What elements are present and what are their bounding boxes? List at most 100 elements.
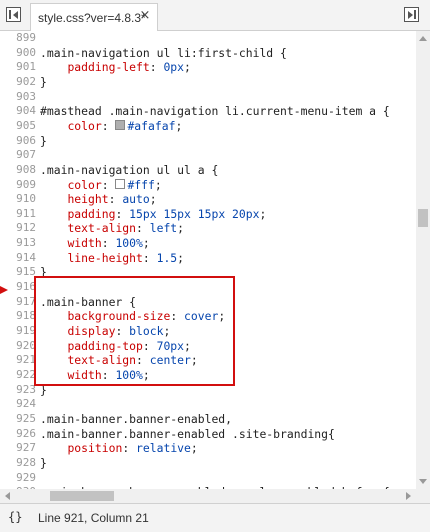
status-bar: {} Line 921, Column 21: [0, 503, 430, 532]
css-selector: #masthead .main-navigation li.current-me…: [40, 104, 390, 119]
line-number: 910: [16, 192, 36, 206]
scroll-left-icon[interactable]: [5, 492, 10, 500]
code-line[interactable]: 905 color: #afafaf;: [0, 119, 416, 134]
expand-navigator-icon[interactable]: [6, 7, 21, 22]
code-line[interactable]: 925 .main-banner.banner-enabled,: [0, 412, 416, 427]
code-line[interactable]: 910 height: auto;: [0, 192, 416, 207]
css-property: color: [67, 177, 102, 192]
css-value: 0px: [163, 60, 185, 75]
css-property: padding: [67, 206, 116, 221]
scroll-down-icon[interactable]: [419, 479, 427, 484]
code-line[interactable]: 912 text-align: left;: [0, 221, 416, 236]
css-property: display: [67, 324, 116, 338]
code-text: ;: [142, 236, 150, 251]
code-line[interactable]: 922 width: 100%;: [0, 368, 416, 383]
scroll-right-icon[interactable]: [406, 492, 411, 500]
css-value: cover: [184, 309, 219, 324]
css-property: padding-left: [67, 60, 150, 75]
collapse-panel-icon[interactable]: [404, 7, 419, 22]
code-line[interactable]: 919 display: block;: [0, 324, 416, 339]
code-line[interactable]: 921 text-align: center;: [0, 353, 416, 368]
code-line[interactable]: 911 padding: 15px 15px 15px 20px;: [0, 207, 416, 222]
line-code: }: [40, 75, 47, 90]
code-line[interactable]: 918 background-size: cover;: [0, 309, 416, 324]
code-text: ;: [154, 177, 162, 192]
code-line[interactable]: 917 .main-banner {: [0, 295, 416, 310]
code-line[interactable]: 913 width: 100%;: [0, 236, 416, 251]
line-number: 922: [16, 367, 36, 381]
css-value: 15px 15px 15px 20px: [129, 206, 260, 221]
code-text: :: [142, 250, 157, 265]
css-selector: .main-banner.banner-enabled .site-brandi…: [40, 426, 335, 441]
css-selector: .main-navigation ul ul a {: [40, 162, 219, 177]
code-line[interactable]: 909 color: #fff;: [0, 178, 416, 193]
code-line[interactable]: 904 #masthead .main-navigation li.current…: [0, 104, 416, 119]
css-value: 1.5: [156, 250, 178, 265]
code-line[interactable]: 914 line-height: 1.5;: [0, 251, 416, 266]
css-property: background-size: [67, 309, 171, 324]
code-line[interactable]: 900 .main-navigation ul li:first-child {: [0, 46, 416, 61]
color-swatch-icon[interactable]: [115, 120, 126, 131]
code-text: ;: [149, 192, 157, 207]
code-line[interactable]: 908 .main-navigation ul ul a {: [0, 163, 416, 178]
css-property: text-align: [67, 221, 137, 236]
line-number: 929: [16, 470, 36, 484]
code-text: :: [115, 206, 130, 221]
css-property: width: [67, 236, 102, 251]
code-text: ;: [163, 324, 171, 338]
pretty-print-icon[interactable]: {}: [8, 510, 22, 524]
code-line[interactable]: 926 .main-banner.banner-enabled .site-bra…: [0, 427, 416, 442]
css-value: 100%: [115, 367, 143, 382]
code-editor[interactable]: 931 background: rgba(0,0,0,0.45);930.mai…: [0, 31, 416, 489]
code-text: :: [115, 324, 130, 338]
code-line[interactable]: 916: [0, 280, 416, 295]
code-line[interactable]: 906}: [0, 134, 416, 149]
line-code: padding-left: 0px;: [40, 60, 190, 75]
code-line[interactable]: 928}: [0, 456, 416, 471]
code-line[interactable]: 907: [0, 148, 416, 163]
css-property: width: [67, 367, 102, 382]
code-text: ;: [259, 206, 267, 221]
close-icon[interactable]: ×: [139, 9, 151, 22]
color-swatch-icon[interactable]: [115, 179, 126, 189]
line-code: .main-banner.banner-enabled .site-brandi…: [40, 427, 335, 442]
css-value: relative: [136, 441, 191, 456]
line-number: 927: [16, 441, 36, 455]
code-line[interactable]: 927 position: relative;: [0, 441, 416, 456]
vertical-scrollbar[interactable]: [416, 31, 430, 489]
code-text: :: [108, 192, 123, 207]
tab-style-css[interactable]: style.css?ver=4.8.3* ×: [30, 3, 158, 31]
code-text: :: [142, 338, 157, 353]
css-value: #fff: [127, 177, 155, 192]
line-code: line-height: 1.5;: [40, 251, 184, 266]
code-line[interactable]: 903: [0, 90, 416, 105]
code-line[interactable]: 901 padding-left: 0px;: [0, 60, 416, 75]
css-selector: }: [40, 133, 47, 148]
horizontal-scrollbar[interactable]: [0, 489, 430, 503]
code-line[interactable]: 915}: [0, 265, 416, 280]
line-code: text-align: left;: [40, 221, 184, 236]
code-line[interactable]: 923}: [0, 383, 416, 398]
tab-filename: style.css?ver=4.8.3*: [38, 10, 146, 25]
line-code: .main-navigation ul ul a {: [40, 163, 218, 178]
line-number: 906: [16, 133, 36, 147]
line-number: 909: [16, 177, 36, 191]
horizontal-scrollbar-thumb[interactable]: [50, 491, 114, 501]
code-line[interactable]: 902}: [0, 75, 416, 90]
css-selector: .main-banner.banner-enabled,: [40, 411, 233, 426]
scroll-up-icon[interactable]: [419, 36, 427, 41]
code-line[interactable]: 920 padding-top: 70px;: [0, 339, 416, 354]
vertical-scrollbar-thumb[interactable]: [418, 209, 428, 227]
code-line[interactable]: 929: [0, 471, 416, 486]
line-code: }: [40, 134, 47, 149]
line-code: }: [40, 383, 47, 398]
code-line[interactable]: 924: [0, 397, 416, 412]
code-line[interactable]: 899: [0, 31, 416, 46]
